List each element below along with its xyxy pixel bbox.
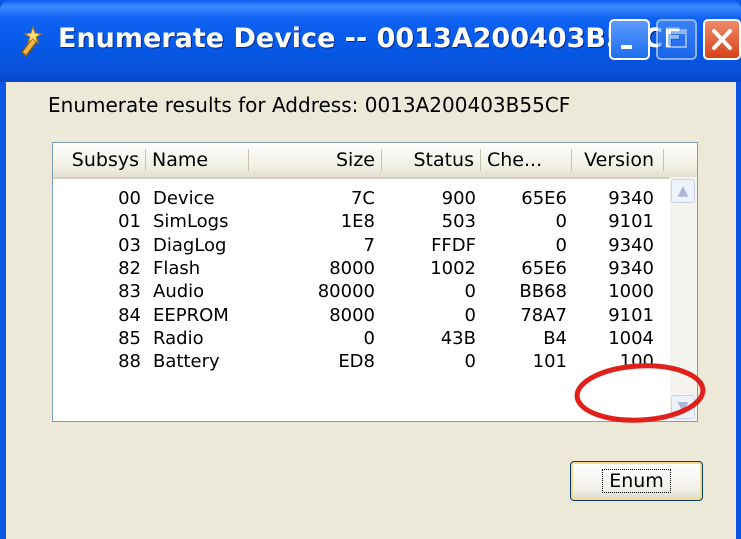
cell-name: Flash [153,257,201,279]
app-icon [21,25,43,58]
cell-checksum: BB68 [519,281,567,303]
cell-status: 0 [464,281,476,303]
cell-checksum: 101 [532,351,567,373]
cell-size: 1E8 [340,211,375,233]
enum-button[interactable]: Enum [570,461,703,501]
cell-size: 7C [350,188,375,209]
cell-name: Device [153,188,215,209]
table-row[interactable]: 85 Radio 0 43B B4 1004 [53,327,654,350]
cell-subsys: 82 [118,257,141,279]
scroll-up-button[interactable]: ▲ [671,179,695,203]
column-header-subsys[interactable]: Subsys [53,143,145,177]
table-row[interactable]: 01 SimLogs 1E8 503 0 9101 [53,210,654,233]
window-title: Enumerate Device -- 0013A200403B55CF [58,23,682,54]
cell-subsys: 00 [118,188,141,209]
cell-checksum: 65E6 [521,188,567,209]
cell-subsys: 03 [118,234,141,256]
cell-subsys: 01 [118,211,141,233]
cell-subsys: 84 [118,304,141,326]
cell-size: ED8 [338,351,375,373]
cell-name: Audio [153,281,205,303]
title-bar[interactable]: Enumerate Device -- 0013A200403B55CF [0,0,741,82]
cell-status: 900 [441,188,476,209]
cell-size: 8000 [329,257,375,279]
cell-status: 0 [464,351,476,373]
cell-name: Radio [153,327,204,349]
cell-size: 80000 [317,281,375,303]
enum-button-label: Enum [602,469,671,493]
cell-version: 1000 [608,281,654,303]
close-icon [712,29,732,50]
chevron-down-icon: ▼ [677,399,689,415]
cell-name: DiagLog [153,234,227,256]
cell-checksum: 65E6 [521,257,567,279]
cell-name: Battery [153,351,220,373]
table-row[interactable]: 83 Audio 80000 0 BB68 1000 [53,280,654,303]
cell-checksum: 0 [555,234,567,256]
cell-version: 9101 [608,211,654,233]
results-list-view[interactable]: Subsys Name Size Status Che... Version 0… [52,142,698,422]
cell-size: 8000 [329,304,375,326]
cell-status: 0 [464,304,476,326]
cell-subsys: 85 [118,327,141,349]
table-row[interactable]: 82 Flash 8000 1002 65E6 9340 [53,257,654,280]
column-header-version[interactable]: Version [572,143,660,177]
minimize-button[interactable] [609,19,650,60]
table-row[interactable]: 84 EEPROM 8000 0 78A7 9101 [53,304,654,327]
cell-subsys: 83 [118,281,141,303]
column-header-status[interactable]: Status [382,143,480,177]
cell-size: 0 [363,327,375,349]
cell-version: 100 [619,351,654,373]
cell-version: 9101 [608,304,654,326]
cell-version: 9340 [608,188,654,209]
cell-checksum: B4 [543,327,567,349]
cell-status: 503 [441,211,476,233]
table-row[interactable]: 88 Battery ED8 0 101 100 [53,350,654,373]
close-button[interactable] [703,19,741,60]
column-header-name[interactable]: Name [146,143,256,177]
column-divider[interactable] [663,149,664,171]
cell-version: 1004 [608,327,654,349]
maximize-button[interactable] [656,19,697,60]
cell-status: 43B [440,327,476,349]
results-label: Enumerate results for Address: 0013A2004… [48,93,571,117]
table-row[interactable]: 00 Device 7C 900 65E6 9340 [53,187,654,210]
scroll-down-button[interactable]: ▼ [671,395,695,419]
maximize-icon [666,29,687,48]
cell-status: 1002 [430,257,476,279]
cell-name: SimLogs [153,211,229,233]
window-frame: Enumerate Device -- 0013A200403B55CF Enu… [0,0,741,539]
chevron-up-icon: ▲ [677,183,689,199]
cell-size: 7 [363,234,375,256]
cell-version: 9340 [608,257,654,279]
cell-checksum: 78A7 [520,304,567,326]
cell-status: FFDF [431,234,476,256]
cell-checksum: 0 [555,211,567,233]
column-header-size[interactable]: Size [249,143,381,177]
cell-version: 9340 [608,234,654,256]
list-header: Subsys Name Size Status Che... Version [53,143,697,179]
vertical-scrollbar[interactable]: ▲ ▼ [670,177,697,421]
minimize-icon [621,45,632,49]
cell-subsys: 88 [118,351,141,373]
column-header-checksum[interactable]: Che... [481,143,571,177]
cell-name: EEPROM [153,304,229,326]
table-row[interactable]: 03 DiagLog 7 FFDF 0 9340 [53,234,654,257]
